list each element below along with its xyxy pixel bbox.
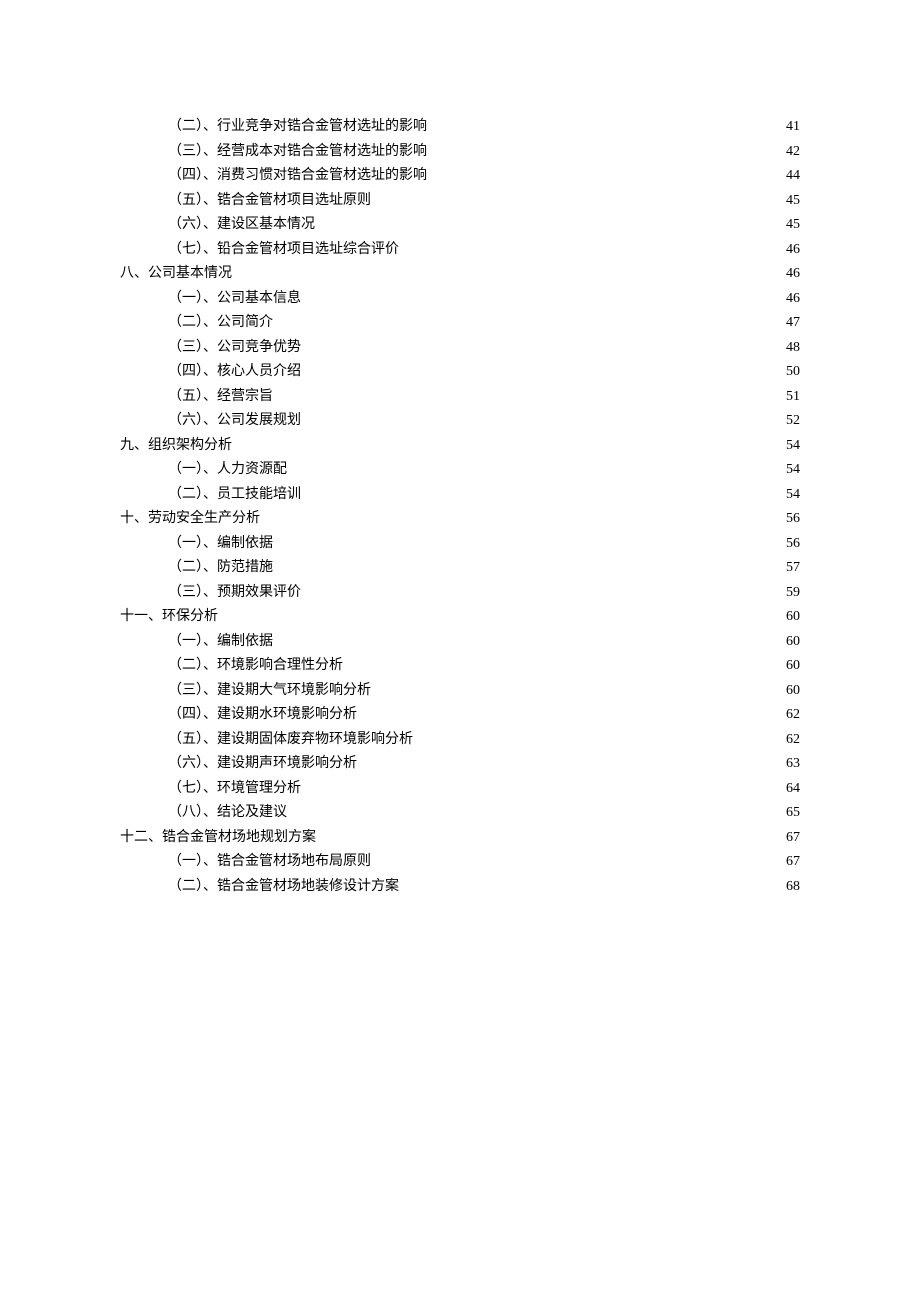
toc-entry-page: 63 (786, 752, 800, 777)
toc-entry: （一）、编制依据 60 (120, 630, 800, 655)
toc-entry-label: （三）、公司竞争优势 (168, 336, 301, 361)
toc-entry-label: （二）、环境影响合理性分析 (168, 654, 343, 679)
toc-entry: （五）、锆合金管材项目选址原则 45 (120, 189, 800, 214)
toc-entry: （二）、防范措施 57 (120, 556, 800, 581)
toc-entry-page: 44 (786, 164, 800, 189)
toc-entry: （一）、锆合金管材场地布局原则 67 (120, 850, 800, 875)
toc-entry-label: （一）、公司基本信息 (168, 287, 301, 312)
toc-entry: （七）、环境管理分析 64 (120, 777, 800, 802)
toc-entry: （八）、结论及建议 65 (120, 801, 800, 826)
toc-entry: （七）、铅合金管材项目选址综合评价 46 (120, 238, 800, 263)
toc-entry-label: （四）、消费习惯对锆合金管材选址的影响 (168, 164, 427, 189)
toc-entry-label: （三）、建设期大气环境影响分析 (168, 679, 371, 704)
toc-entry-label: （四）、核心人员介绍 (168, 360, 301, 385)
toc-entry-page: 50 (786, 360, 800, 385)
toc-entry-label: （一）、编制依据 (168, 532, 273, 557)
toc-entry-page: 67 (786, 826, 800, 851)
toc-entry-page: 60 (786, 630, 800, 655)
toc-entry-label: 十二、锆合金管材场地规划方案 (120, 826, 316, 851)
toc-entry: （三）、建设期大气环境影响分析 60 (120, 679, 800, 704)
toc-entry: （二）、锆合金管材场地装修设计方案 68 (120, 875, 800, 900)
toc-entry: （三）、预期效果评价 59 (120, 581, 800, 606)
toc-entry-label: 十一、环保分析 (120, 605, 218, 630)
table-of-contents: （二）、行业竞争对锆合金管材选址的影响41（三）、经营成本对锆合金管材选址的影响… (120, 115, 800, 899)
toc-entry-page: 45 (786, 213, 800, 238)
toc-entry: （四）、核心人员介绍 50 (120, 360, 800, 385)
toc-entry-label: （七）、铅合金管材项目选址综合评价 (168, 238, 399, 263)
toc-entry: 十一、环保分析 60 (120, 605, 800, 630)
toc-entry-label: （三）、预期效果评价 (168, 581, 301, 606)
toc-entry-label: （一）、人力资源配 (168, 458, 287, 483)
toc-entry: （六）、建设期声环境影响分析 63 (120, 752, 800, 777)
toc-entry: （三）、经营成本对锆合金管材选址的影响 42 (120, 140, 800, 165)
toc-entry-page: 46 (786, 262, 800, 287)
toc-entry-label: 八、公司基本情况 (120, 262, 232, 287)
toc-entry-page: 54 (786, 483, 800, 508)
toc-entry: （三）、公司竞争优势 48 (120, 336, 800, 361)
toc-entry-page: 45 (786, 189, 800, 214)
toc-entry-label: （三）、经营成本对锆合金管材选址的影响 (168, 140, 427, 165)
toc-entry-label: （二）、公司简介 (168, 311, 273, 336)
toc-entry: 十二、锆合金管材场地规划方案 67 (120, 826, 800, 851)
toc-entry-label: （五）、锆合金管材项目选址原则 (168, 189, 371, 214)
toc-entry-label: （四）、建设期水环境影响分析 (168, 703, 357, 728)
toc-entry: （四）、建设期水环境影响分析 62 (120, 703, 800, 728)
toc-entry: 九、组织架构分析 54 (120, 434, 800, 459)
toc-entry-label: （二）、员工技能培训 (168, 483, 301, 508)
toc-entry-label: （二）、锆合金管材场地装修设计方案 (168, 875, 399, 900)
toc-entry-page: 54 (786, 458, 800, 483)
toc-entry-page: 48 (786, 336, 800, 361)
toc-entry: （五）、建设期固体废弃物环境影响分析 62 (120, 728, 800, 753)
toc-entry-page: 46 (786, 287, 800, 312)
toc-entry: （一）、编制依据 56 (120, 532, 800, 557)
toc-entry-page: 60 (786, 679, 800, 704)
toc-entry-label: 十、劳动安全生产分析 (120, 507, 260, 532)
toc-entry-page: 51 (786, 385, 800, 410)
toc-entry-page: 59 (786, 581, 800, 606)
toc-entry-page: 68 (786, 875, 800, 900)
toc-entry-label: （五）、建设期固体废弃物环境影响分析 (168, 728, 413, 753)
toc-entry-page: 67 (786, 850, 800, 875)
toc-entry-page: 65 (786, 801, 800, 826)
toc-entry-label: （二）、行业竞争对锆合金管材选址的影响 (168, 115, 427, 140)
toc-entry-page: 60 (786, 654, 800, 679)
toc-entry: （二）、行业竞争对锆合金管材选址的影响 41 (120, 115, 800, 140)
toc-entry-page: 46 (786, 238, 800, 263)
toc-entry-label: （一）、锆合金管材场地布局原则 (168, 850, 371, 875)
toc-entry-label: （六）、建设期声环境影响分析 (168, 752, 357, 777)
toc-entry: 八、公司基本情况 46 (120, 262, 800, 287)
toc-entry: （二）、环境影响合理性分析 60 (120, 654, 800, 679)
toc-entry-label: （八）、结论及建议 (168, 801, 287, 826)
toc-entry-page: 56 (786, 532, 800, 557)
toc-entry-page: 62 (786, 728, 800, 753)
toc-entry: （五）、经营宗旨 51 (120, 385, 800, 410)
toc-entry-page: 42 (786, 140, 800, 165)
toc-entry: （一）、公司基本信息 46 (120, 287, 800, 312)
toc-entry-page: 52 (786, 409, 800, 434)
toc-entry-page: 57 (786, 556, 800, 581)
toc-entry: 十、劳动安全生产分析 56 (120, 507, 800, 532)
toc-entry: （二）、员工技能培训 54 (120, 483, 800, 508)
toc-entry-page: 62 (786, 703, 800, 728)
toc-entry-page: 64 (786, 777, 800, 802)
toc-entry-page: 54 (786, 434, 800, 459)
toc-entry-label: （六）、公司发展规划 (168, 409, 301, 434)
toc-entry-label: （六）、建设区基本情况 (168, 213, 315, 238)
toc-entry: （六）、建设区基本情况 45 (120, 213, 800, 238)
toc-entry: （四）、消费习惯对锆合金管材选址的影响 44 (120, 164, 800, 189)
toc-entry: （二）、公司简介 47 (120, 311, 800, 336)
toc-entry-label: （一）、编制依据 (168, 630, 273, 655)
toc-entry-label: （七）、环境管理分析 (168, 777, 301, 802)
toc-entry-label: 九、组织架构分析 (120, 434, 232, 459)
toc-entry-page: 56 (786, 507, 800, 532)
toc-entry: （一）、人力资源配 54 (120, 458, 800, 483)
toc-entry-page: 60 (786, 605, 800, 630)
toc-entry-label: （五）、经营宗旨 (168, 385, 273, 410)
toc-entry: （六）、公司发展规划 52 (120, 409, 800, 434)
toc-entry-page: 41 (786, 115, 800, 140)
toc-entry-label: （二）、防范措施 (168, 556, 273, 581)
toc-entry-page: 47 (786, 311, 800, 336)
